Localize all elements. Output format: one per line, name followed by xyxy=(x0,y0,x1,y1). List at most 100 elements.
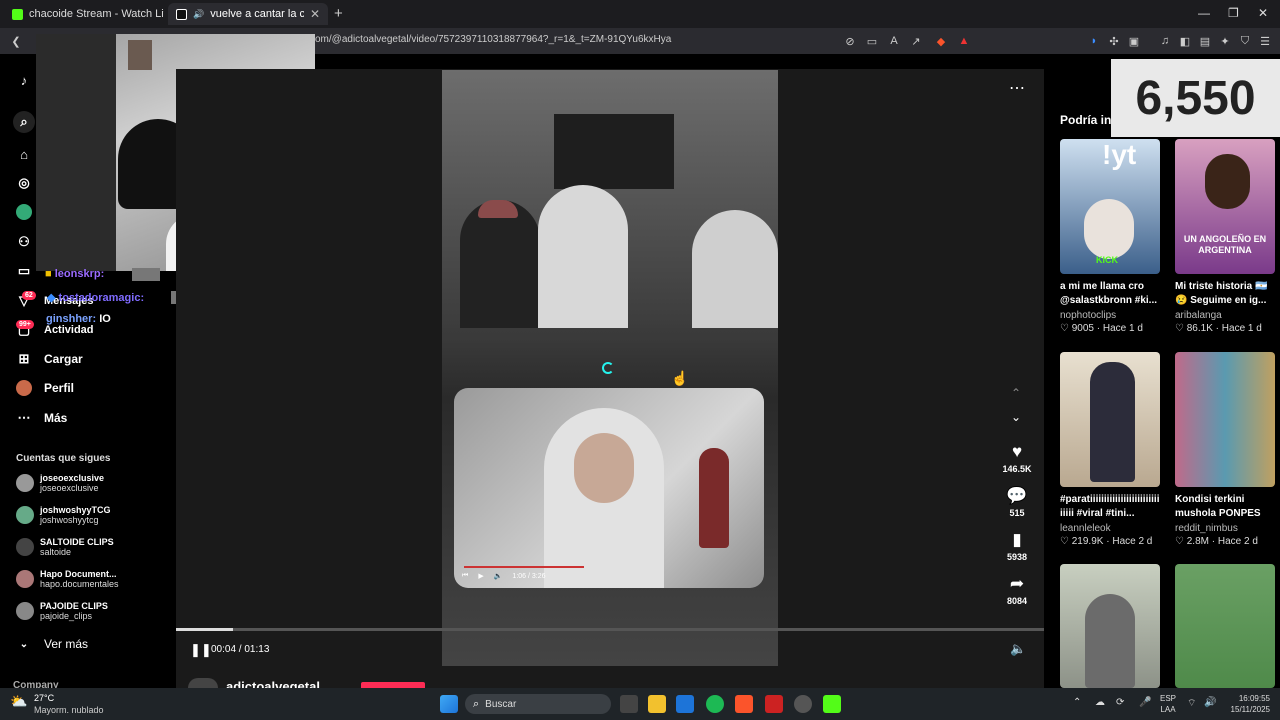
following-item[interactable]: SALTOIDE CLIPS saltoide xyxy=(16,537,114,557)
video-frame[interactable]: ⏮ ▶ 🔈 1:06 / 3:26 xyxy=(442,70,778,666)
recommend-card[interactable] xyxy=(1175,564,1275,688)
tiktok-favicon-icon xyxy=(176,8,187,20)
share-button[interactable]: ➦ 8084 xyxy=(997,574,1037,606)
maximize-button[interactable]: ❐ xyxy=(1228,6,1239,20)
taskbar-search[interactable]: ⌕ Buscar xyxy=(465,694,611,714)
clock-date: 15/11/2025 xyxy=(1230,705,1270,714)
comment-icon: 💬 xyxy=(1006,486,1028,505)
following-handle: joseoexclusive xyxy=(40,483,99,493)
following-item[interactable]: joseoexclusive joseoexclusive xyxy=(16,473,104,493)
comment-button[interactable]: 💬 515 xyxy=(997,486,1037,518)
recommend-card[interactable]: Kondisi terkini mushola PONPES A... redd… xyxy=(1175,352,1275,547)
pause-button[interactable]: ❚❚ xyxy=(190,642,212,658)
nav-friends[interactable]: ⚇ xyxy=(16,234,32,250)
sync-icon[interactable]: ⟳ xyxy=(1116,697,1124,708)
audio-icon[interactable]: ◗ xyxy=(1086,33,1102,49)
spotify-icon[interactable] xyxy=(706,695,724,713)
like-button[interactable]: ♥ 146.5K xyxy=(997,442,1037,474)
messages-badge: 62 xyxy=(22,291,36,300)
home-icon: ⌂ xyxy=(20,146,28,162)
url-field[interactable]: om/@adictoalvegetal/video/75723971103188… xyxy=(315,34,671,45)
bookmark-button[interactable]: ▮ 5938 xyxy=(997,530,1037,562)
volume-button[interactable]: 🔈 xyxy=(1010,641,1026,657)
speaker-icon[interactable]: 🔊 xyxy=(193,9,204,20)
card-likes: 86.1K xyxy=(1186,323,1213,334)
next-video-button[interactable]: ⌄ xyxy=(1011,410,1021,424)
nav-label: Cargar xyxy=(44,352,83,366)
brave-shield-icon[interactable]: ◆ xyxy=(933,33,949,49)
language-indicator[interactable]: ESP LAA xyxy=(1160,693,1176,715)
nav-more[interactable]: ⋯ Más xyxy=(16,410,68,426)
clock[interactable]: 16:09:55 15/11/2025 xyxy=(1224,693,1270,715)
brave-rewards-icon[interactable]: ▲ xyxy=(956,33,972,49)
nav-explore[interactable]: ◎ xyxy=(16,175,32,191)
cast-icon[interactable]: ▭ xyxy=(864,33,880,49)
nav-live[interactable]: ▭ xyxy=(16,263,32,279)
tiktok-logo[interactable]: ♪ xyxy=(16,72,32,88)
bing-icon[interactable] xyxy=(676,695,694,713)
cloud-icon[interactable]: ☁ xyxy=(1095,697,1105,708)
mic-icon[interactable]: 🎤 xyxy=(1139,697,1151,708)
back-icon[interactable]: ❮ xyxy=(8,33,24,49)
start-button[interactable] xyxy=(440,695,458,713)
leo-ai-icon[interactable]: ✦ xyxy=(1217,33,1233,49)
search-button[interactable]: ⌕ xyxy=(13,111,35,133)
app-icon[interactable] xyxy=(765,695,783,713)
sidebar-toggle-icon[interactable]: ◧ xyxy=(1177,33,1193,49)
nav-profile[interactable]: Perfil xyxy=(16,380,74,396)
wallet-icon[interactable]: ▤ xyxy=(1197,33,1213,49)
author-avatar[interactable] xyxy=(188,678,218,688)
time-display: 00:04 / 01:13 xyxy=(211,644,270,655)
reader-icon[interactable]: ⊘ xyxy=(842,33,858,49)
tab-tiktok-video[interactable]: 🔊 vuelve a cantar la chica? Jajaj ✕ xyxy=(168,3,328,25)
author-name[interactable]: adictoalvegetal xyxy=(226,679,320,688)
heart-icon: ♡ xyxy=(1175,536,1184,547)
volume-tray-icon[interactable]: 🔊 xyxy=(1204,697,1216,708)
close-tab-icon[interactable]: ✕ xyxy=(310,7,320,21)
vpn-icon[interactable]: ⛉ xyxy=(1237,33,1253,49)
task-view-icon[interactable] xyxy=(620,695,638,713)
nav-upload[interactable]: ⊞ Cargar xyxy=(16,351,83,367)
close-window-button[interactable]: ✕ xyxy=(1258,6,1268,20)
recommend-card[interactable]: !yt KICK a mi me llama cro @salastkbronn… xyxy=(1060,139,1160,334)
weather-icon[interactable]: ⛅ xyxy=(10,693,27,710)
more-options-button[interactable]: ⋯ xyxy=(1009,78,1026,98)
recommend-card[interactable]: UN ANGOLEÑO EN ARGENTINA Mi triste histo… xyxy=(1175,139,1275,334)
prev-icon: ⏮ xyxy=(462,572,469,579)
music-icon[interactable]: ♫ xyxy=(1157,33,1173,49)
embedded-video: ⏮ ▶ 🔈 1:06 / 3:26 xyxy=(454,388,764,588)
progress-bar[interactable] xyxy=(176,628,1044,631)
following-item[interactable]: PAJOIDE CLIPS pajoide_clips xyxy=(16,601,108,621)
see-more-button[interactable]: ⌄ Ver más xyxy=(16,636,88,652)
thumbnail-text: !yt xyxy=(1102,139,1137,170)
new-tab-button[interactable]: + xyxy=(334,5,343,22)
kick-icon[interactable] xyxy=(823,695,841,713)
card-thumbnail: !yt KICK xyxy=(1060,139,1160,274)
heart-icon: ♡ xyxy=(1175,323,1184,334)
card-age: Hace 2 d xyxy=(1112,536,1153,547)
wifi-icon[interactable]: ⌔ xyxy=(1187,697,1196,710)
tray-overflow-icon[interactable]: ⌃ xyxy=(1073,697,1081,708)
obs-icon[interactable] xyxy=(794,695,812,713)
following-item[interactable]: joshwoshyyTCG joshwoshyytcg xyxy=(16,505,111,525)
embedded-controls: ⏮ ▶ 🔈 1:06 / 3:26 xyxy=(462,572,546,580)
thumbnail-face xyxy=(1084,199,1134,259)
minimize-button[interactable]: — xyxy=(1198,6,1210,20)
share-page-icon[interactable]: ↗ xyxy=(908,33,924,49)
embedded-progress xyxy=(464,566,584,568)
tab-kick-stream[interactable]: chacoide Stream - Watch Live on xyxy=(4,3,164,25)
screenshot-icon[interactable]: ▣ xyxy=(1126,33,1142,49)
thumbnail-person xyxy=(1090,362,1135,482)
previous-video-button[interactable]: ⌃ xyxy=(1011,386,1021,400)
recommend-card[interactable] xyxy=(1060,564,1160,688)
comment-count: 515 xyxy=(1009,508,1025,518)
nav-home[interactable]: ⌂ xyxy=(16,146,32,162)
recommend-card[interactable]: #paratiiiiiiiiiiiiiiiiiiiiiiiii iiiii #v… xyxy=(1060,352,1160,547)
brave-icon[interactable] xyxy=(735,695,753,713)
menu-icon[interactable]: ☰ xyxy=(1257,33,1273,49)
extensions-icon[interactable]: ✣ xyxy=(1106,33,1122,49)
translate-icon[interactable]: A xyxy=(886,33,902,49)
nav-following[interactable] xyxy=(16,204,32,220)
file-explorer-icon[interactable] xyxy=(648,695,666,713)
following-item[interactable]: Hapo Document... hapo.documentales xyxy=(16,569,119,589)
